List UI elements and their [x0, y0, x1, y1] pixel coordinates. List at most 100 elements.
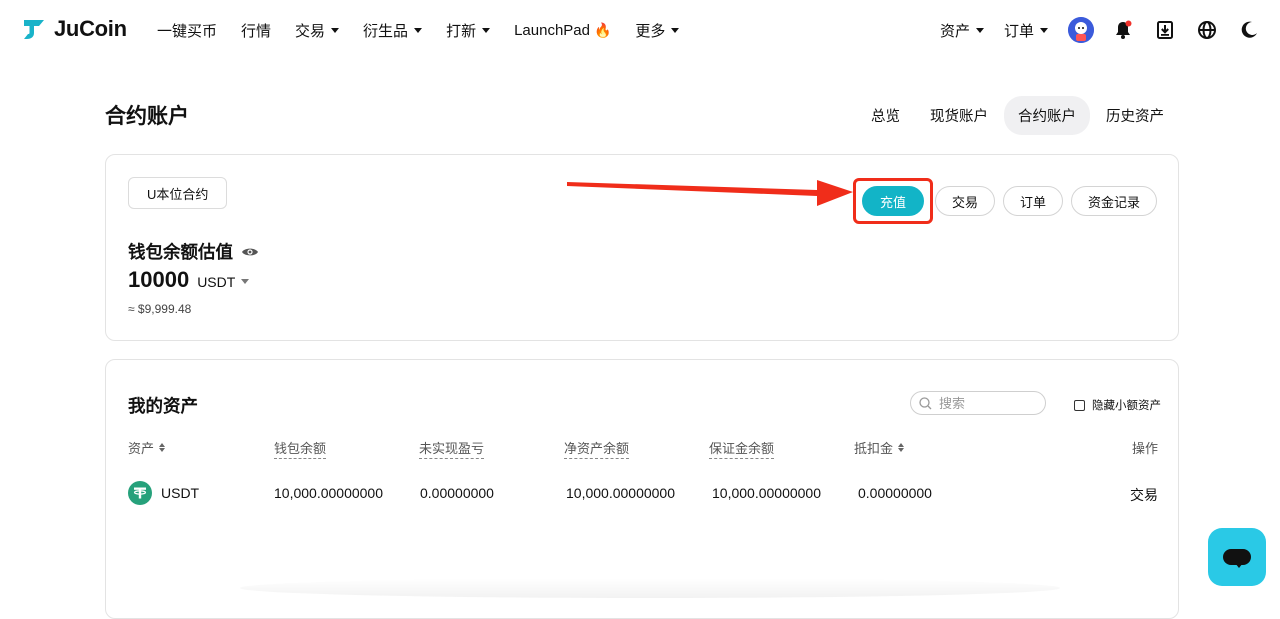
column-label: 操作 [1131, 441, 1158, 456]
nav-more[interactable]: 更多 [635, 20, 680, 41]
nav-label: 衍生品 [363, 22, 409, 40]
nav-derivatives[interactable]: 衍生品 [363, 20, 423, 41]
language-button[interactable] [1194, 17, 1220, 43]
download-icon [1157, 21, 1173, 39]
chat-icon [1223, 549, 1251, 568]
bottom-shadow [240, 578, 1060, 598]
chevron-down-icon [482, 27, 491, 33]
balance-unit: USDT [197, 274, 236, 290]
asset-search [910, 391, 1046, 415]
column-label: 资产 [128, 441, 155, 456]
column-label: 净资产余额 [564, 438, 630, 459]
download-button[interactable] [1152, 17, 1178, 43]
balance-unit-selector[interactable]: USDT [197, 274, 250, 290]
coin-cell: USDT [128, 481, 199, 505]
sort-icon [898, 443, 905, 452]
chevron-down-icon [331, 27, 340, 33]
flame-icon: 🔥 [593, 21, 612, 38]
column-label: 未实现盈亏 [419, 438, 485, 459]
nav-label: 打新 [446, 22, 477, 40]
unrealized-pnl-cell: 0.00000000 [420, 485, 494, 501]
red-arrow-annotation [567, 180, 853, 206]
user-avatar-button[interactable] [1068, 17, 1094, 43]
balance-usd-estimate: ≈ $9,999.48 [128, 302, 192, 316]
tab-contract-account[interactable]: 合约账户 [1004, 96, 1090, 135]
chevron-down-icon [671, 27, 680, 33]
main-nav: 一键买币 行情 交易 衍生品 打新 LaunchPad 🔥 更多 [157, 0, 703, 60]
account-tabs: 总览 现货账户 合约账户 历史资产 [855, 96, 1178, 135]
jucoin-logo-icon [24, 20, 44, 39]
nav-label: 更多 [635, 22, 666, 40]
orders-button[interactable]: 订单 [1002, 186, 1063, 216]
eye-icon[interactable] [241, 246, 259, 258]
nav-label: 资产 [939, 22, 970, 40]
table-row: USDT 10,000.00000000 0.00000000 10,000.0… [128, 481, 1158, 509]
search-icon [919, 396, 932, 409]
column-label: 保证金余额 [709, 438, 775, 459]
brand-name: JuCoin [54, 16, 127, 41]
nav-label: LaunchPad [514, 21, 590, 39]
trade-button[interactable]: 交易 [934, 186, 995, 216]
column-unrealized-pnl: 未实现盈亏 [419, 438, 485, 459]
nav-launch-new[interactable]: 打新 [446, 20, 491, 41]
column-label: 抵扣金 [854, 441, 894, 456]
tab-history-assets[interactable]: 历史资产 [1092, 96, 1178, 135]
column-action: 操作 [1132, 438, 1158, 457]
fund-records-button[interactable]: 资金记录 [1070, 186, 1157, 216]
column-deduction[interactable]: 抵扣金 [854, 438, 905, 457]
net-asset-cell: 10,000.00000000 [566, 485, 675, 501]
wallet-balance-cell: 10,000.00000000 [274, 485, 383, 501]
nav-label: 交易 [295, 22, 326, 40]
top-header: JuCoin 一键买币 行情 交易 衍生品 打新 LaunchPad 🔥 更多 资… [0, 0, 1280, 60]
moon-icon [1241, 21, 1257, 38]
avatar-icon [1068, 17, 1094, 43]
assets-table-header: 资产 钱包余额 未实现盈亏 净资产余额 保证金余额 抵扣金 操作 [128, 438, 1158, 459]
account-actions: 充值 交易 订单 资金记录 [852, 178, 1157, 224]
nav-launchpad[interactable]: LaunchPad 🔥 [514, 22, 611, 39]
hide-small-assets-toggle[interactable]: 隐藏小额资产 [1074, 397, 1161, 413]
deposit-highlight-box: 充值 [852, 178, 933, 224]
assets-title: 我的资产 [128, 396, 198, 416]
nav-label: 订单 [1003, 22, 1034, 40]
brand-logo[interactable]: JuCoin [22, 16, 127, 42]
deduction-cell: 0.00000000 [858, 485, 932, 501]
search-input[interactable] [937, 394, 1031, 412]
notification-button[interactable] [1110, 17, 1136, 43]
nav-assets[interactable]: 资产 [940, 20, 984, 41]
chevron-down-icon [1040, 27, 1048, 33]
deposit-button[interactable]: 充值 [861, 186, 924, 216]
hide-small-checkbox[interactable] [1074, 399, 1085, 411]
column-net-asset: 净资产余额 [564, 438, 630, 459]
balance-label: 钱包余额估值 [128, 239, 259, 264]
balance-amount: 10000 [128, 267, 190, 292]
bell-icon [1116, 20, 1132, 39]
usdt-icon [128, 481, 152, 505]
chevron-down-icon [241, 279, 250, 284]
support-chat-button[interactable] [1208, 528, 1266, 586]
theme-toggle-button[interactable] [1236, 17, 1262, 43]
chevron-down-icon [975, 27, 984, 33]
nav-orders[interactable]: 订单 [1004, 20, 1048, 41]
nav-trade[interactable]: 交易 [295, 20, 340, 41]
page-title: 合约账户 [105, 105, 189, 128]
coin-name: USDT [161, 485, 200, 501]
avatar [1068, 17, 1094, 43]
hide-small-label: 隐藏小额资产 [1092, 400, 1161, 412]
tab-spot-account[interactable]: 现货账户 [916, 96, 1002, 135]
nav-quick-buy[interactable]: 一键买币 [157, 20, 217, 41]
row-trade-link[interactable]: 交易 [1130, 485, 1158, 505]
balance-value: 10000 USDT [128, 267, 250, 293]
nav-markets[interactable]: 行情 [241, 20, 271, 41]
column-asset[interactable]: 资产 [128, 438, 166, 457]
balance-label-text: 钱包余额估值 [128, 242, 233, 262]
column-margin-balance: 保证金余额 [709, 438, 775, 459]
sort-icon [159, 443, 166, 452]
margin-balance-cell: 10,000.00000000 [712, 485, 821, 501]
column-label: 钱包余额 [274, 438, 327, 459]
header-right: 资产 订单 [940, 0, 1262, 60]
nav-label: 一键买币 [157, 22, 218, 40]
globe-icon [1198, 21, 1216, 39]
tab-overview[interactable]: 总览 [857, 96, 914, 135]
column-wallet-balance: 钱包余额 [274, 438, 327, 459]
contract-type-selector[interactable]: U本位合约 [128, 177, 228, 209]
